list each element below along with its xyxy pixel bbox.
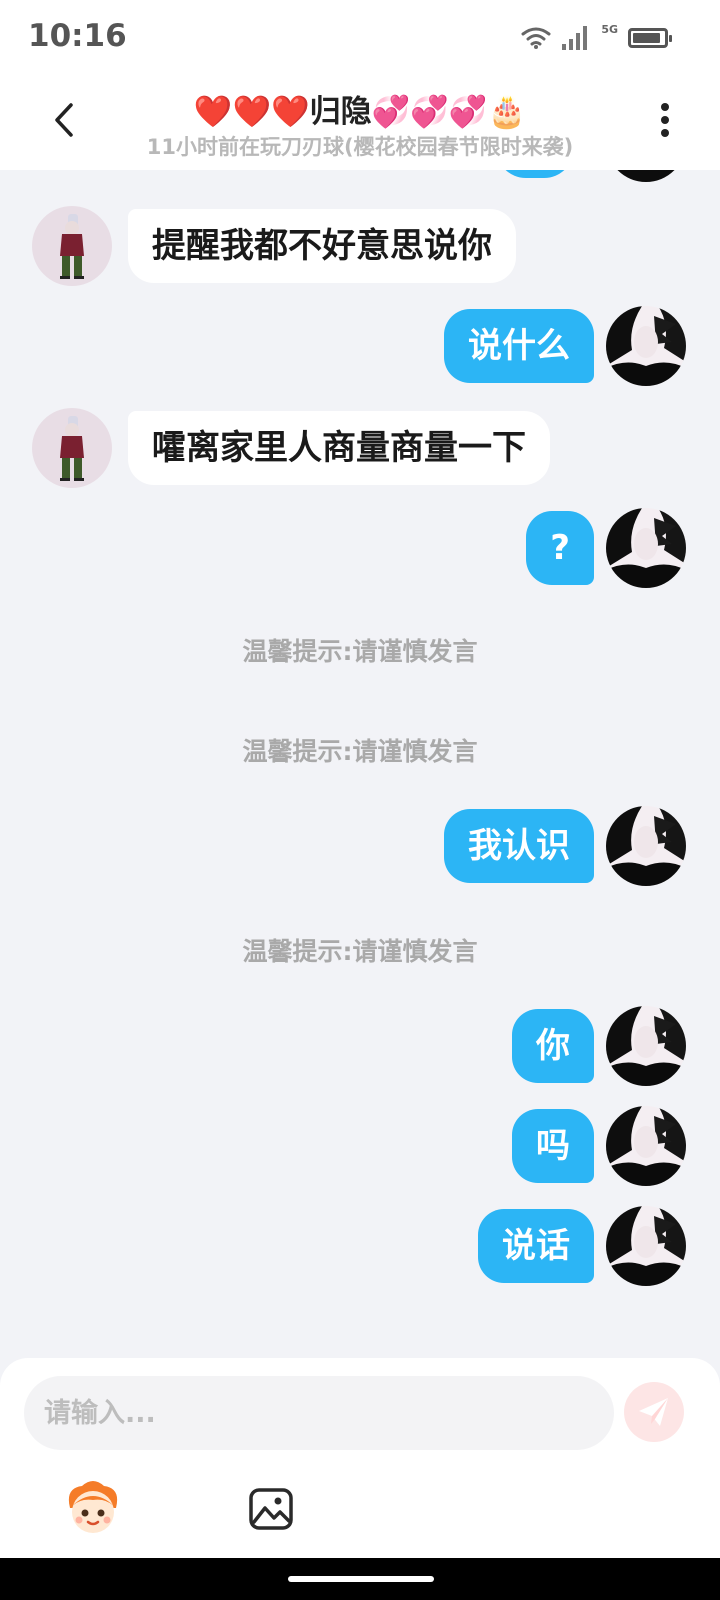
chat-list[interactable]: 提醒我都不好意思说你说什么嚯离家里人商量商量一下? 温馨提示:请谨慎发言 温馨提示:…: [0, 170, 720, 1358]
emoji-mascot-icon: [68, 1481, 118, 1533]
outgoing-message-row: 说什么: [0, 306, 720, 388]
message-bubble[interactable]: 说什么: [444, 309, 594, 383]
status-time: 10:16: [28, 18, 127, 54]
message-input[interactable]: [24, 1376, 614, 1450]
system-notice: 温馨提示:请谨慎发言: [242, 637, 478, 666]
dark-portrait-avatar-icon: [606, 1106, 686, 1186]
dark-portrait-avatar-icon: [606, 806, 686, 886]
chevron-left-icon: [55, 103, 73, 137]
my-avatar[interactable]: [606, 170, 686, 182]
system-notice: 温馨提示:请谨慎发言: [242, 937, 478, 966]
composer: [0, 1358, 720, 1558]
outgoing-message-row: 吗: [0, 1106, 720, 1188]
image-picker-button[interactable]: [246, 1484, 296, 1534]
my-avatar[interactable]: [606, 1106, 686, 1186]
message-bubble[interactable]: 吗: [512, 1109, 594, 1183]
dark-portrait-avatar-icon: [606, 306, 686, 386]
outgoing-message-row: ?: [0, 508, 720, 590]
message-bubble-cut: [496, 170, 574, 178]
network-label: 5G: [601, 22, 618, 36]
contact-avatar[interactable]: [32, 206, 112, 286]
message-bubble[interactable]: 你: [512, 1009, 594, 1083]
my-avatar[interactable]: [606, 806, 686, 886]
outgoing-message-row: 你: [0, 1006, 720, 1088]
signal-icon: [562, 26, 588, 50]
battery-level: [633, 33, 661, 43]
battery-icon: [628, 28, 672, 48]
outgoing-message-row: 说话: [0, 1206, 720, 1288]
home-indicator[interactable]: [288, 1576, 434, 1582]
my-avatar[interactable]: [606, 508, 686, 588]
my-avatar[interactable]: [606, 306, 686, 386]
anime-character-avatar-icon: [32, 206, 112, 286]
chat-subtitle: 11小时前在玩刀刃球(樱花校园春节限时来袭): [146, 135, 574, 159]
anime-character-avatar-icon: [32, 408, 112, 488]
status-icons: 5G: [521, 22, 672, 54]
system-notice: 温馨提示:请谨慎发言: [242, 737, 478, 766]
chat-header: ❤️❤️❤️归隐💞💞💞🎂 11小时前在玩刀刃球(樱花校园春节限时来袭): [0, 78, 720, 170]
message-bubble[interactable]: 说话: [478, 1209, 594, 1283]
my-avatar[interactable]: [606, 1006, 686, 1086]
image-icon: [249, 1488, 293, 1530]
incoming-message-row: 嚯离家里人商量商量一下: [0, 408, 720, 490]
dark-portrait-avatar-icon: [606, 170, 686, 182]
contact-avatar[interactable]: [32, 408, 112, 488]
my-avatar[interactable]: [606, 1206, 686, 1286]
dark-portrait-avatar-icon: [606, 1006, 686, 1086]
system-nav-bar: [0, 1558, 720, 1600]
outgoing-message-row: 我认识: [0, 806, 720, 888]
message-bubble[interactable]: ?: [526, 511, 594, 585]
back-button[interactable]: [44, 100, 84, 140]
emoji-button[interactable]: [60, 1478, 126, 1538]
dark-portrait-avatar-icon: [606, 508, 686, 588]
send-button[interactable]: [624, 1382, 684, 1442]
message-bubble[interactable]: 嚯离家里人商量商量一下: [128, 411, 550, 485]
dark-portrait-avatar-icon: [606, 1206, 686, 1286]
status-bar: 10:16 5G: [0, 0, 720, 78]
more-button[interactable]: [650, 100, 680, 140]
wifi-icon: [521, 27, 551, 49]
send-icon: [639, 1398, 668, 1426]
chat-title: ❤️❤️❤️归隐💞💞💞🎂: [193, 94, 527, 130]
message-bubble[interactable]: 我认识: [444, 809, 594, 883]
message-bubble[interactable]: 提醒我都不好意思说你: [128, 209, 516, 283]
incoming-message-row: 提醒我都不好意思说你: [0, 206, 720, 288]
more-vertical-icon: [661, 103, 669, 137]
